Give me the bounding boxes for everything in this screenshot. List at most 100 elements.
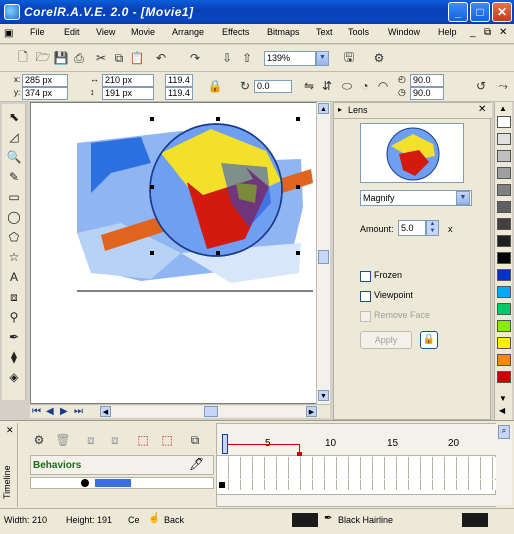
freehand-tool-icon[interactable]: ✎ [5,168,23,186]
object-name-highlight[interactable] [95,479,131,487]
hscroll-thumb[interactable] [204,406,218,417]
doc-icon[interactable]: ▣ [4,28,13,39]
start-keyframe[interactable] [219,482,225,488]
onion-skin-icon[interactable]: ⧉ [186,431,204,449]
timeline-close-icon[interactable]: ✕ [6,425,14,436]
scale-x-field[interactable]: 119.4 [165,74,193,87]
palette-swatch[interactable] [497,337,511,349]
delete-icon[interactable]: 🗑 [54,431,72,449]
scroll-right-icon[interactable]: ▶ [306,406,317,417]
print-icon[interactable]: ⎙ [70,49,88,67]
palette-swatch[interactable] [497,286,511,298]
palette-up-icon[interactable]: ▲ [499,104,507,113]
mirror-vertical-icon[interactable]: ⇵ [318,77,336,95]
end-angle-field[interactable]: 90.0 [410,87,444,100]
lens-type-dropdown-icon[interactable]: ▼ [456,191,470,205]
keyframe-prev-icon[interactable]: ⧈ [82,431,100,449]
keyframe-next-icon[interactable]: ⧈ [106,431,124,449]
menu-file[interactable]: File [30,27,45,37]
visibility-icon[interactable] [81,479,89,487]
zoom-combo[interactable]: 139% [264,51,316,66]
save-icon[interactable]: 💾 [52,49,70,67]
close-button[interactable]: ✕ [492,2,512,22]
eyedropper-tool-icon[interactable]: ⚲ [5,308,23,326]
docker-close-icon[interactable]: ✕ [478,104,486,115]
scroll-left-icon[interactable]: ◀ [100,406,111,417]
scroll-thumb[interactable] [318,250,329,264]
fill-tool-icon[interactable]: ⧫ [5,348,23,366]
frame-grid[interactable]: 5 10 15 20 [216,423,497,507]
apply-button[interactable]: Apply [360,331,412,349]
y-position-field[interactable]: 374 px [22,87,68,100]
polygon-tool-icon[interactable]: ⬠ [5,228,23,246]
frozen-checkbox[interactable] [360,271,371,282]
fill-color-swatch[interactable] [292,513,318,527]
menu-help[interactable]: Help [438,27,457,37]
palette-swatch[interactable] [497,371,511,383]
viewpoint-checkbox[interactable] [360,291,371,302]
height-field[interactable]: 191 px [102,87,154,100]
timeline-object-row[interactable] [30,477,214,489]
frame-ruler[interactable]: 5 10 15 20 [217,424,497,456]
shape-tool-icon[interactable]: ◿ [5,128,23,146]
keyframe-icon[interactable]: ⬚ [158,431,176,449]
open-icon[interactable]: 🗁 [34,49,52,67]
maximize-button[interactable]: □ [470,2,490,22]
cut-icon[interactable]: ✂ [92,49,110,67]
first-page-icon[interactable]: ⏮ [32,406,41,417]
palette-swatch[interactable] [497,116,511,128]
timeline-zoom-icon[interactable]: ⌕ [498,425,510,439]
palette-swatch[interactable] [497,252,511,264]
palette-swatch[interactable] [497,303,511,315]
menu-text[interactable]: Text [316,27,333,37]
doc-close-icon[interactable]: ✕ [499,27,507,38]
import-icon[interactable]: ⇩ [218,49,236,67]
start-angle-field[interactable]: 90.0 [410,74,444,87]
menu-arrange[interactable]: Arrange [172,27,204,37]
palette-swatch[interactable] [497,184,511,196]
pie-icon[interactable]: ◔ [356,77,374,95]
palette-down-icon[interactable]: ▼ [499,394,507,403]
pick-tool-icon[interactable]: ⬉ [5,108,23,126]
menu-movie[interactable]: Movie [131,27,155,37]
palette-swatch[interactable] [497,150,511,162]
timeline-hscrollbar[interactable] [217,494,497,506]
export-icon[interactable]: ⇧ [238,49,256,67]
zoom-tool-icon[interactable]: 🔍 [5,148,23,166]
paste-icon[interactable]: 📋 [128,49,146,67]
lock-ratio-icon[interactable]: 🔒 [206,77,224,95]
redo-icon[interactable]: ↷ [186,49,204,67]
ellipse-icon[interactable]: ⬭ [338,77,356,95]
basic-shapes-tool-icon[interactable]: ☆ [5,248,23,266]
palette-swatch[interactable] [497,320,511,332]
rotation-field[interactable]: 0.0 [254,80,292,93]
palette-swatch[interactable] [497,269,511,281]
palette-swatch[interactable] [497,201,511,213]
prev-page-icon[interactable]: ◀ [46,406,54,417]
ellipse-tool-icon[interactable]: ◯ [5,208,23,226]
to-curves-icon[interactable]: ⤳ [494,77,512,95]
x-position-field[interactable]: 285 px [22,74,68,87]
options-icon[interactable]: ⚙ [370,49,388,67]
timeline-vscrollbar[interactable]: ⌕ [496,425,512,505]
outline-tool-icon[interactable]: ✒ [5,328,23,346]
arc-icon[interactable]: ◠ [374,77,392,95]
frame-cells-row2[interactable] [217,480,497,490]
menu-tools[interactable]: Tools [348,27,369,37]
palette-swatch[interactable] [497,235,511,247]
tween-icon[interactable]: ⬚ [134,431,152,449]
text-tool-icon[interactable]: A [5,268,23,286]
last-page-icon[interactable]: ⏭ [74,406,83,417]
palette-swatch[interactable] [497,354,511,366]
remove-face-checkbox[interactable] [360,311,371,322]
palette-swatch[interactable] [497,218,511,230]
horizontal-scrollbar[interactable]: ◀ ▶ [100,406,318,417]
amount-spinner[interactable]: ▲ ▼ [426,220,439,236]
doc-minimize-icon[interactable]: _ [470,27,476,38]
menu-edit[interactable]: Edit [64,27,80,37]
amount-field[interactable]: 5.0 [398,220,426,236]
outline-color-swatch[interactable] [462,513,488,527]
rectangle-tool-icon[interactable]: ▭ [5,188,23,206]
undo-icon[interactable]: ↶ [152,49,170,67]
frame-cells[interactable] [217,457,497,479]
